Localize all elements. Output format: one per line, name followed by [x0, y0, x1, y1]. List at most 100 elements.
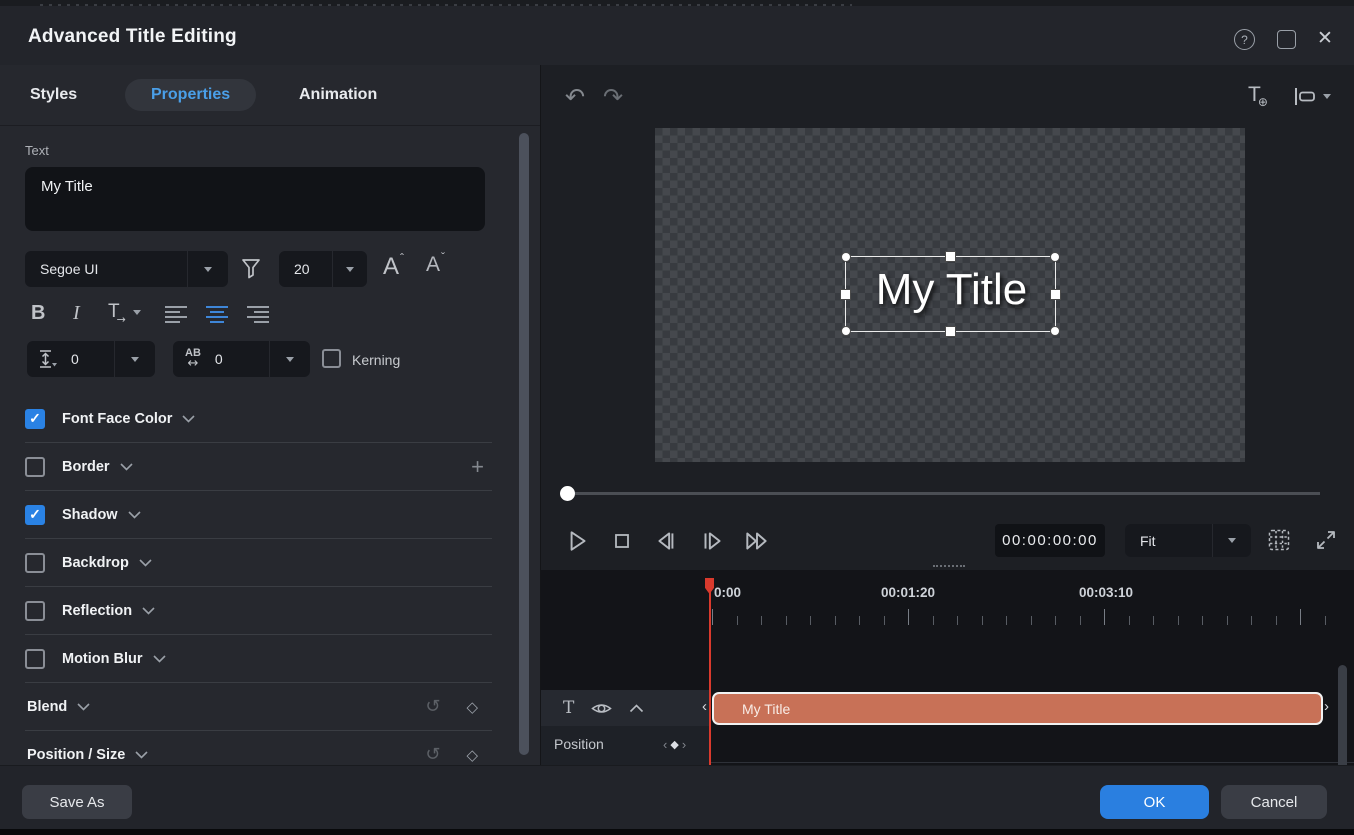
clip-label: My Title: [742, 701, 790, 717]
save-as-button[interactable]: Save As: [22, 785, 132, 819]
collapse-chevron-up-icon[interactable]: [629, 704, 644, 713]
kerning-checkbox[interactable]: [322, 349, 341, 368]
section-motion-blur[interactable]: Motion Blur: [25, 635, 492, 683]
section-label: Shadow: [62, 507, 118, 523]
font-family-dropdown-arrow[interactable]: [187, 251, 228, 287]
tab-styles[interactable]: Styles: [30, 79, 77, 111]
section-position-size[interactable]: Position / Size ↺ ◇: [25, 731, 492, 765]
line-spacing-dropdown-arrow[interactable]: [114, 341, 155, 377]
section-font-face-color[interactable]: Font Face Color: [25, 395, 492, 443]
align-position-icon[interactable]: [1293, 87, 1331, 106]
clip-trim-right-icon[interactable]: ›: [1324, 698, 1329, 715]
title-text-value: My Title: [41, 178, 93, 195]
chevron-down-icon[interactable]: [77, 703, 90, 711]
section-border[interactable]: Border +: [25, 443, 492, 491]
playhead-flag[interactable]: [705, 578, 714, 594]
align-center-icon[interactable]: [205, 305, 229, 323]
font-size-select[interactable]: 20: [279, 251, 367, 287]
resize-handle-nw[interactable]: [841, 252, 851, 262]
add-keyframe-icon[interactable]: ◆: [670, 738, 678, 751]
add-border-icon[interactable]: +: [471, 454, 484, 480]
text-transform-icon[interactable]: T→: [108, 301, 141, 323]
preview-canvas[interactable]: My Title: [655, 128, 1245, 462]
panel-resize-handle[interactable]: [933, 565, 965, 567]
chevron-down-icon[interactable]: [128, 511, 141, 519]
help-icon[interactable]: ?: [1234, 29, 1255, 50]
increase-font-size-icon[interactable]: Aˆ: [383, 253, 403, 281]
align-left-icon[interactable]: [165, 305, 189, 323]
prev-keyframe-icon[interactable]: ‹: [663, 737, 667, 752]
title-selection-box[interactable]: My Title: [845, 256, 1056, 332]
section-reflection[interactable]: Reflection: [25, 587, 492, 635]
bold-icon[interactable]: B: [31, 302, 45, 325]
ruler-ticks[interactable]: [712, 609, 1337, 625]
zoom-mode-select[interactable]: Fit: [1125, 524, 1251, 557]
ok-button[interactable]: OK: [1100, 785, 1209, 819]
resize-handle-w[interactable]: [840, 289, 851, 300]
seek-bar[interactable]: [575, 492, 1320, 495]
previous-frame-icon[interactable]: [652, 526, 682, 556]
motion-blur-checkbox[interactable]: [25, 649, 45, 669]
section-backdrop[interactable]: Backdrop: [25, 539, 492, 587]
border-checkbox[interactable]: [25, 457, 45, 477]
shadow-checkbox[interactable]: [25, 505, 45, 525]
title-text-input[interactable]: My Title: [25, 167, 485, 231]
align-right-icon[interactable]: [245, 305, 269, 323]
keyframe-diamond-icon[interactable]: ◇: [466, 698, 478, 716]
chevron-down-icon[interactable]: [135, 751, 148, 759]
fast-forward-icon[interactable]: [742, 526, 772, 556]
reflection-checkbox[interactable]: [25, 601, 45, 621]
section-shadow[interactable]: Shadow: [25, 491, 492, 539]
cancel-button[interactable]: Cancel: [1221, 785, 1327, 819]
resize-handle-s[interactable]: [945, 326, 956, 337]
keyframe-diamond-icon[interactable]: ◇: [466, 746, 478, 764]
tab-properties[interactable]: Properties: [125, 79, 256, 111]
undo-icon[interactable]: ↶: [565, 83, 585, 111]
font-family-select[interactable]: Segoe UI: [25, 251, 228, 287]
section-label: Position / Size: [27, 747, 125, 763]
resize-handle-n[interactable]: [945, 251, 956, 262]
panel-scrollbar[interactable]: [519, 133, 529, 755]
zoom-mode-dropdown-arrow[interactable]: [1212, 524, 1251, 557]
resize-handle-e[interactable]: [1050, 289, 1061, 300]
redo-icon[interactable]: ↷: [603, 83, 623, 111]
stop-icon[interactable]: [607, 526, 637, 556]
resize-handle-se[interactable]: [1050, 326, 1060, 336]
clip-trim-left-icon[interactable]: ‹: [702, 698, 707, 715]
preview-panel: ↶ ↷ T⊕ My Title: [541, 65, 1354, 765]
font-face-color-checkbox[interactable]: [25, 409, 45, 429]
resize-handle-ne[interactable]: [1050, 252, 1060, 262]
font-filter-icon[interactable]: [240, 257, 262, 281]
tab-animation[interactable]: Animation: [299, 79, 377, 111]
letter-spacing-control[interactable]: AB ↔ 0: [173, 341, 310, 377]
chevron-down-icon[interactable]: [139, 559, 152, 567]
chevron-down-icon[interactable]: [153, 655, 166, 663]
letter-spacing-value: 0: [215, 351, 223, 367]
italic-icon[interactable]: I: [73, 302, 80, 325]
chevron-down-icon[interactable]: [142, 607, 155, 615]
decrease-font-size-icon[interactable]: Aˇ: [426, 253, 444, 277]
close-icon[interactable]: ✕: [1313, 26, 1337, 50]
resize-handle-sw[interactable]: [841, 326, 851, 336]
seek-handle[interactable]: [560, 486, 575, 501]
backdrop-checkbox[interactable]: [25, 553, 45, 573]
preview-title-text[interactable]: My Title: [846, 265, 1057, 315]
play-icon[interactable]: [562, 526, 592, 556]
add-text-icon[interactable]: T⊕: [1248, 83, 1271, 107]
grid-icon[interactable]: [1264, 525, 1294, 555]
chevron-down-icon[interactable]: [120, 463, 133, 471]
next-frame-icon[interactable]: [697, 526, 727, 556]
title-clip[interactable]: My Title: [712, 692, 1323, 725]
reset-icon[interactable]: ↺: [425, 696, 440, 717]
maximize-icon[interactable]: [1277, 30, 1296, 49]
line-spacing-control[interactable]: 0: [27, 341, 155, 377]
next-keyframe-icon[interactable]: ›: [682, 737, 686, 752]
text-section-label: Text: [25, 143, 49, 158]
reset-icon[interactable]: ↺: [425, 744, 440, 765]
font-size-dropdown-arrow[interactable]: [332, 251, 367, 287]
section-blend[interactable]: Blend ↺ ◇: [25, 683, 492, 731]
letter-spacing-dropdown-arrow[interactable]: [269, 341, 310, 377]
fullscreen-icon[interactable]: [1311, 525, 1341, 555]
chevron-down-icon[interactable]: [182, 415, 195, 423]
visibility-eye-icon[interactable]: [591, 701, 612, 716]
